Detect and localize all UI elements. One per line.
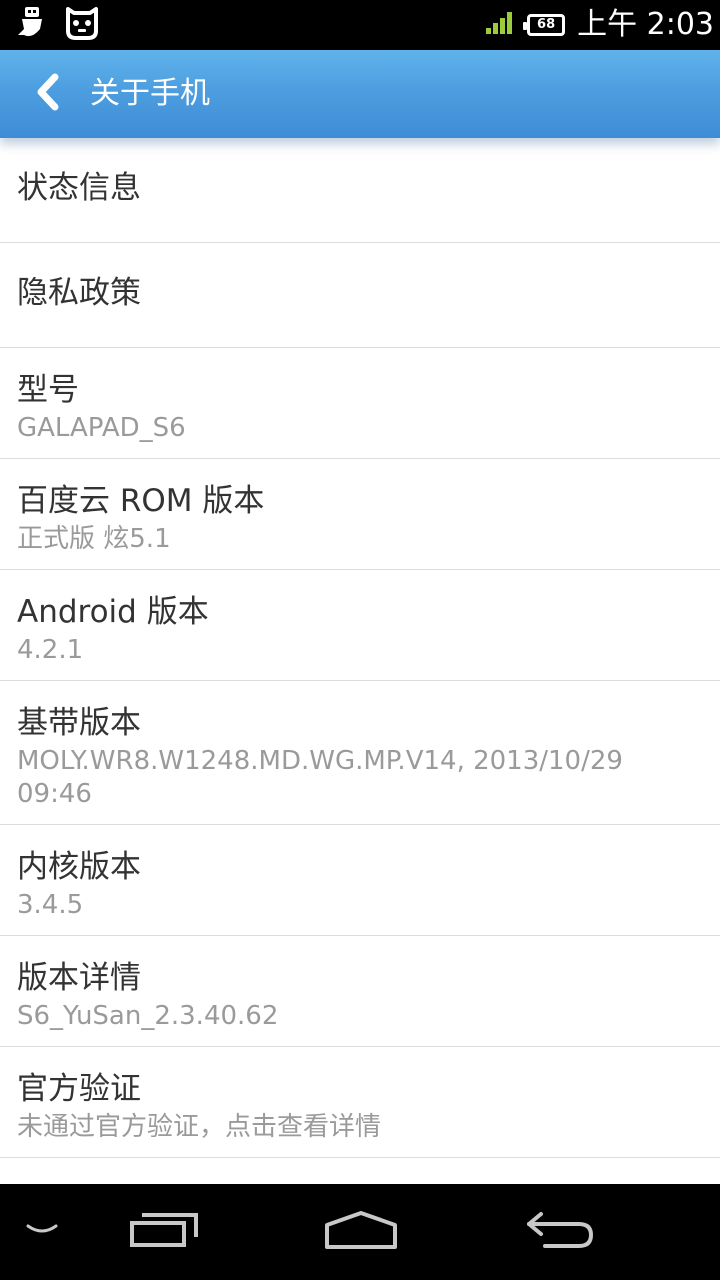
back-icon: [525, 1210, 597, 1254]
item-summary: 正式版 炫5.1: [17, 524, 171, 554]
home-icon: [323, 1209, 399, 1255]
battery-level: 68: [537, 17, 556, 32]
item-title: Android 版本: [17, 594, 209, 630]
recent-apps-icon: [129, 1210, 201, 1254]
item-title: 状态信息: [17, 170, 141, 206]
navigation-bar: [0, 1184, 720, 1280]
rom-version-item[interactable]: 百度云 ROM 版本 正式版 炫5.1: [0, 459, 720, 570]
item-summary: 未通过官方验证，点击查看详情: [17, 1112, 382, 1142]
item-title: 版本详情: [17, 960, 141, 996]
model-item[interactable]: 型号 GALAPAD_S6: [0, 348, 720, 459]
item-title: 基带版本: [17, 705, 141, 741]
item-summary: MOLY.WR8.W1248.MD.WG.MP.V14, 2013/10/29 …: [17, 746, 623, 809]
page-title: 关于手机: [90, 76, 210, 111]
battery-icon: 68: [523, 14, 566, 36]
system-icons: 68 上午 2:03: [485, 0, 714, 50]
version-details-item[interactable]: 版本详情 S6_YuSan_2.3.40.62: [0, 936, 720, 1047]
status-time: 上午 2:03: [577, 7, 714, 42]
item-summary: 3.4.5: [17, 890, 84, 920]
action-bar: 关于手机: [0, 50, 720, 138]
kernel-version-item[interactable]: 内核版本 3.4.5: [0, 825, 720, 936]
about-phone-screen: 68 上午 2:03 关于手机 状态信息 隐私政策 型号 GALAPAD_S6: [0, 0, 720, 1280]
home-button[interactable]: [306, 1184, 416, 1280]
item-title: 隐私政策: [17, 275, 141, 311]
android-version-item[interactable]: Android 版本 4.2.1: [0, 570, 720, 681]
android-bot-icon: [64, 5, 100, 45]
item-title: 内核版本: [17, 849, 141, 885]
privacy-policy-item[interactable]: 隐私政策: [0, 243, 720, 348]
hide-keyboard-button[interactable]: [0, 1184, 84, 1280]
status-bar: 68 上午 2:03: [0, 0, 720, 50]
recent-apps-button[interactable]: [110, 1184, 220, 1280]
notification-icons: [14, 6, 100, 44]
back-button[interactable]: [22, 68, 74, 120]
chevron-left-icon: [33, 73, 63, 115]
signal-icon: [485, 11, 515, 39]
settings-list: 状态信息 隐私政策 型号 GALAPAD_S6 百度云 ROM 版本 正式版 炫…: [0, 138, 720, 1158]
menu-hide-icon: [25, 1220, 59, 1244]
item-summary: GALAPAD_S6: [17, 413, 186, 443]
item-title: 型号: [17, 372, 79, 408]
baseband-version-item[interactable]: 基带版本 MOLY.WR8.W1248.MD.WG.MP.V14, 2013/1…: [0, 681, 720, 825]
item-summary: S6_YuSan_2.3.40.62: [17, 1001, 279, 1031]
usb-icon: [14, 5, 50, 45]
back-nav-button[interactable]: [506, 1184, 616, 1280]
official-verification-item[interactable]: 官方验证 未通过官方验证，点击查看详情: [0, 1047, 720, 1158]
item-summary: 4.2.1: [17, 635, 84, 665]
item-title: 百度云 ROM 版本: [17, 483, 265, 519]
item-title: 官方验证: [17, 1071, 141, 1107]
status-info-item[interactable]: 状态信息: [0, 138, 720, 243]
